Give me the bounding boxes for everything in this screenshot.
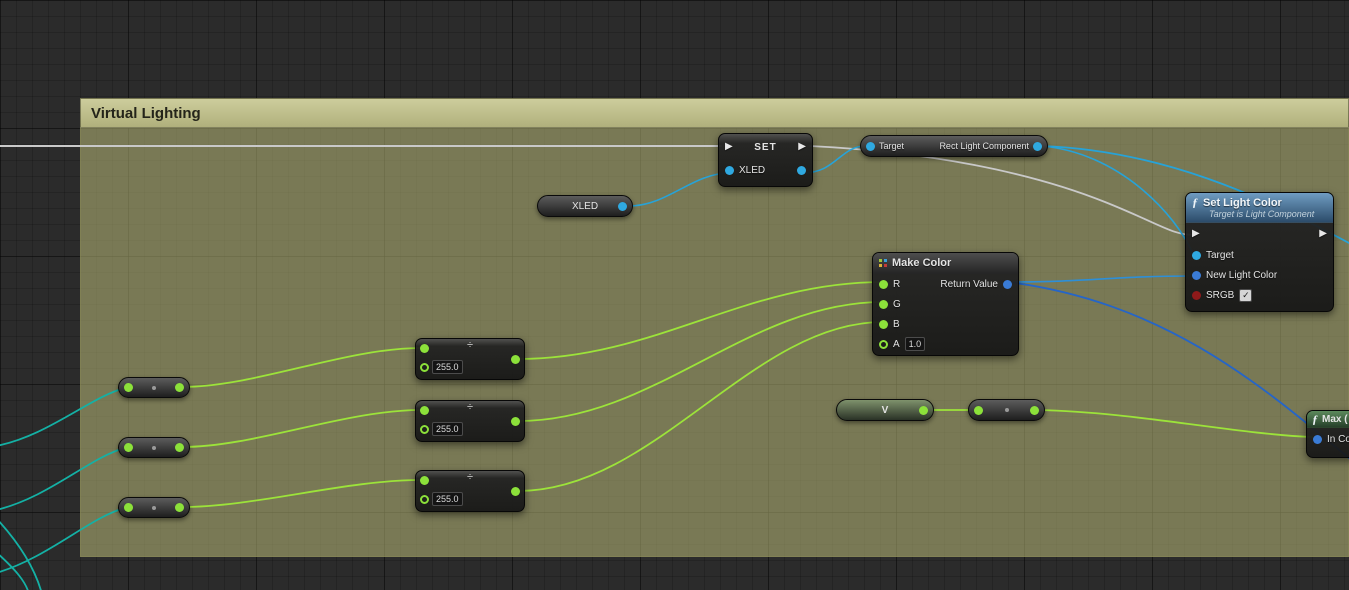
- rect-target-label: Target: [879, 141, 904, 151]
- slc-srgb-pin[interactable]: [1192, 291, 1201, 300]
- comment-box-virtual-lighting: Virtual Lighting: [80, 98, 1349, 557]
- divide2-a-pin[interactable]: [420, 406, 429, 415]
- make-color-b-label: B: [893, 319, 900, 330]
- make-color-title: Make Color: [892, 257, 951, 269]
- make-color-node[interactable]: Make Color R Return Value G B A 1.0: [872, 252, 1019, 356]
- function-icon: ƒ: [1312, 412, 1318, 427]
- divide2-output-pin[interactable]: [511, 417, 520, 426]
- divide-node-3[interactable]: ÷ 255.0: [415, 470, 525, 512]
- comment-header[interactable]: Virtual Lighting: [80, 98, 1349, 128]
- set-light-color-node[interactable]: ƒ Set Light Color Target is Light Compon…: [1185, 192, 1334, 312]
- rect-output-pin[interactable]: [1033, 142, 1042, 151]
- make-color-r-label: R: [893, 279, 900, 290]
- max-in-color-label: In Co: [1327, 434, 1349, 445]
- make-color-g-pin[interactable]: [879, 300, 888, 309]
- divide-node-2[interactable]: ÷ 255.0: [415, 400, 525, 442]
- divide3-a-pin[interactable]: [420, 476, 429, 485]
- conv1-output-pin[interactable]: [175, 383, 184, 392]
- conv4-output-pin[interactable]: [1030, 406, 1039, 415]
- srgb-checkbox[interactable]: ✓: [1239, 289, 1252, 302]
- make-color-a-label: A: [893, 339, 900, 350]
- make-color-return-label: Return Value: [940, 279, 998, 290]
- set-light-color-subtitle: Target is Light Component: [1209, 209, 1327, 219]
- divide-operator-icon: ÷: [416, 402, 524, 412]
- set-xled-node[interactable]: ▶ SET ▶ XLED: [718, 133, 813, 187]
- make-color-a-pin[interactable]: [879, 340, 888, 349]
- dot-icon: [1005, 408, 1009, 412]
- wire-teal-corner-2: [0, 552, 29, 590]
- max-node[interactable]: ƒ Max ( In Co: [1306, 410, 1349, 458]
- wire-teal-corner-1: [0, 518, 42, 590]
- make-color-b-pin[interactable]: [879, 320, 888, 329]
- slc-new-light-color-label: New Light Color: [1206, 270, 1277, 281]
- conv2-output-pin[interactable]: [175, 443, 184, 452]
- slc-exec-out-pin[interactable]: ▶: [1319, 229, 1327, 239]
- divide-node-1[interactable]: ÷ 255.0: [415, 338, 525, 380]
- conv3-output-pin[interactable]: [175, 503, 184, 512]
- divide3-b-pin[interactable]: [420, 495, 429, 504]
- slc-target-pin[interactable]: [1192, 251, 1201, 260]
- divide3-output-pin[interactable]: [511, 487, 520, 496]
- comment-body: [80, 128, 1349, 557]
- rect-target-input-pin[interactable]: [866, 142, 875, 151]
- make-color-header: Make Color: [873, 253, 1018, 274]
- dot-icon: [152, 506, 156, 510]
- set-xled-input-pin[interactable]: [725, 166, 734, 175]
- slc-target-label: Target: [1206, 250, 1234, 261]
- max-node-title: Max (: [1322, 414, 1348, 425]
- conv2-input-pin[interactable]: [124, 443, 133, 452]
- xled-getter-output-pin[interactable]: [618, 202, 627, 211]
- conversion-node-3[interactable]: [118, 497, 190, 518]
- slc-srgb-label: SRGB: [1206, 290, 1234, 301]
- divide-operator-icon: ÷: [416, 340, 524, 350]
- xled-getter-label: XLED: [572, 201, 598, 212]
- v-getter-node[interactable]: V: [836, 399, 934, 421]
- set-node-title: SET: [754, 142, 776, 153]
- conversion-node-2[interactable]: [118, 437, 190, 458]
- slc-exec-in-pin[interactable]: ▶: [1192, 229, 1200, 239]
- conversion-node-4[interactable]: [968, 399, 1045, 421]
- v-getter-label: V: [882, 405, 889, 416]
- get-rect-light-component-node[interactable]: Target Rect Light Component: [860, 135, 1048, 157]
- divide-operator-icon: ÷: [416, 472, 524, 482]
- divide3-b-value[interactable]: 255.0: [432, 492, 463, 506]
- slc-new-light-color-pin[interactable]: [1192, 271, 1201, 280]
- make-color-return-pin[interactable]: [1003, 280, 1012, 289]
- max-node-header: ƒ Max (: [1307, 411, 1349, 428]
- xled-getter-node[interactable]: XLED: [537, 195, 633, 217]
- set-xled-output-pin[interactable]: [797, 166, 806, 175]
- make-color-a-value[interactable]: 1.0: [905, 337, 926, 351]
- exec-out-pin[interactable]: ▶: [798, 142, 806, 152]
- make-color-g-label: G: [893, 299, 901, 310]
- divide1-output-pin[interactable]: [511, 355, 520, 364]
- divide1-a-pin[interactable]: [420, 344, 429, 353]
- divide2-b-pin[interactable]: [420, 425, 429, 434]
- exec-in-pin[interactable]: ▶: [725, 142, 733, 152]
- rect-output-label: Rect Light Component: [939, 141, 1029, 151]
- divide2-b-value[interactable]: 255.0: [432, 422, 463, 436]
- max-in-color-pin[interactable]: [1313, 435, 1322, 444]
- divide1-b-value[interactable]: 255.0: [432, 360, 463, 374]
- conversion-node-1[interactable]: [118, 377, 190, 398]
- conv1-input-pin[interactable]: [124, 383, 133, 392]
- dot-icon: [152, 386, 156, 390]
- divide1-b-pin[interactable]: [420, 363, 429, 372]
- dot-icon: [152, 446, 156, 450]
- set-light-color-title: Set Light Color: [1203, 197, 1282, 209]
- make-color-struct-icon: [879, 259, 887, 267]
- conv4-input-pin[interactable]: [974, 406, 983, 415]
- set-light-color-header: ƒ Set Light Color Target is Light Compon…: [1186, 193, 1333, 223]
- set-xled-input-label: XLED: [739, 165, 765, 176]
- comment-title: Virtual Lighting: [91, 105, 201, 122]
- conv3-input-pin[interactable]: [124, 503, 133, 512]
- function-icon: ƒ: [1192, 195, 1198, 210]
- v-getter-output-pin[interactable]: [919, 406, 928, 415]
- make-color-r-pin[interactable]: [879, 280, 888, 289]
